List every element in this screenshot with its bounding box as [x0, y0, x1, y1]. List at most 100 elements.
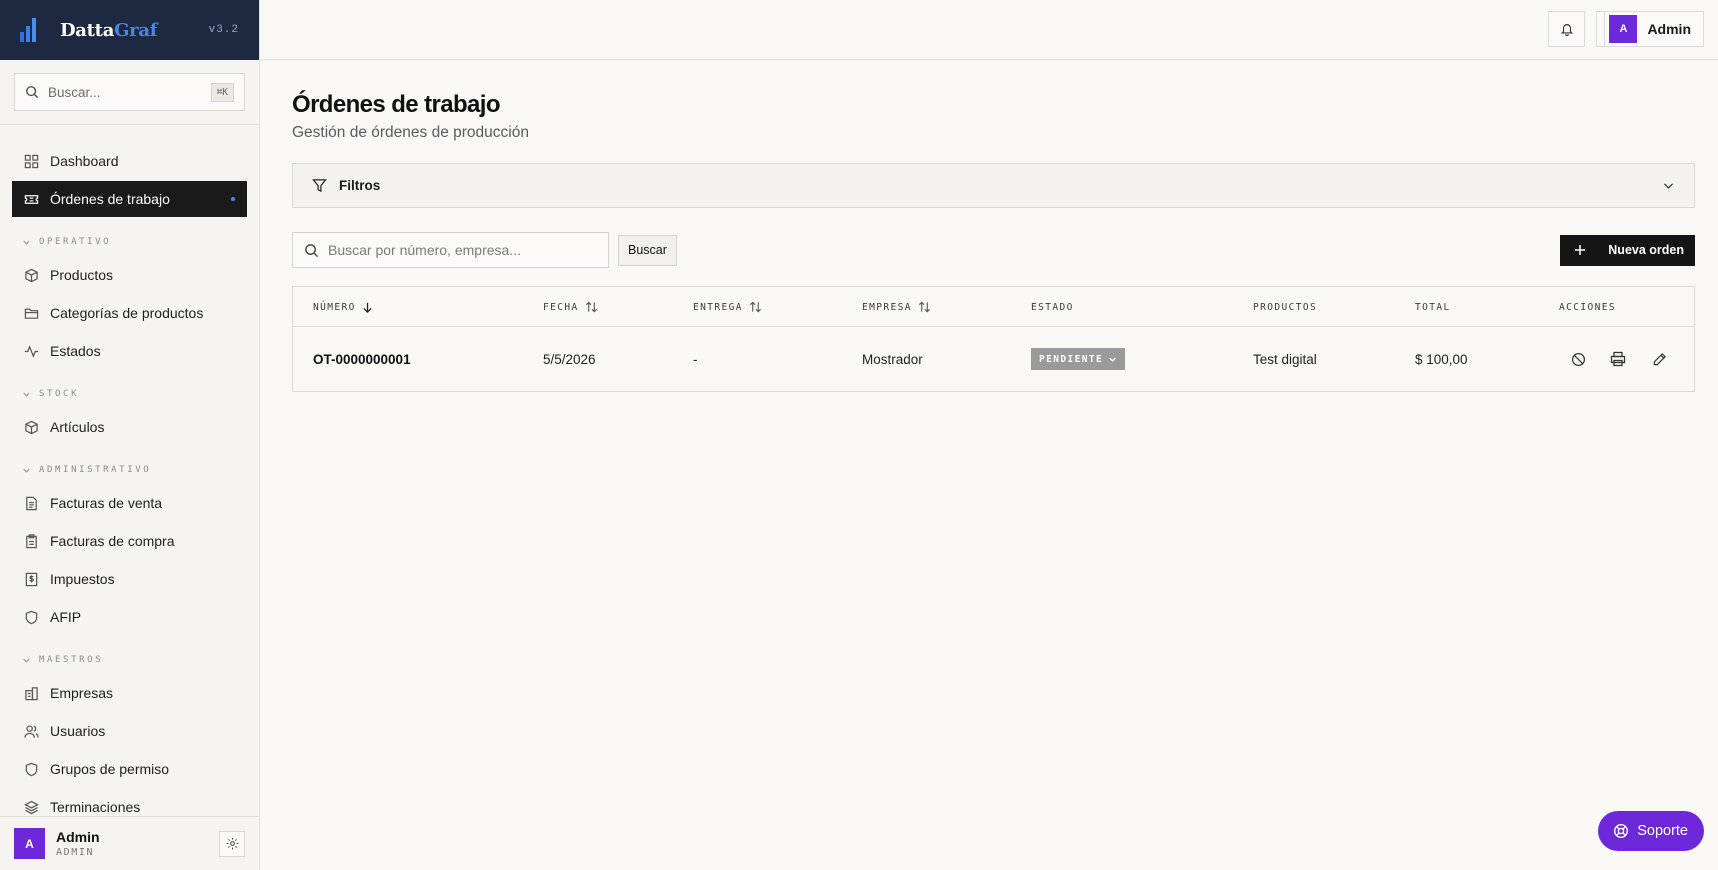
orders-search[interactable] [292, 232, 609, 268]
lifebuoy-icon [1614, 823, 1629, 839]
sidebar-search[interactable]: ⌘K [14, 73, 245, 111]
sidebar-item-usuarios[interactable]: Usuarios [12, 713, 247, 749]
section-label: STOCK [39, 389, 80, 399]
section-label: MAESTROS [39, 655, 104, 665]
chevron-down-icon [23, 658, 30, 663]
version-label: v3.2 [208, 24, 239, 36]
sidebar-item-categorias[interactable]: Categorías de productos [12, 295, 247, 331]
column-label: PRODUCTOS [1253, 301, 1318, 313]
sidebar-item-label: Órdenes de trabajo [50, 191, 170, 207]
cancel-order-button[interactable] [1567, 348, 1589, 370]
table-row[interactable]: OT-0000000001 5/5/2026 - Mostrador PENDI… [293, 327, 1694, 391]
section-label: ADMINISTRATIVO [39, 465, 152, 475]
shortcut-badge: ⌘K [210, 82, 234, 102]
sort-icon [585, 301, 597, 313]
page-subtitle: Gestión de órdenes de producción [292, 124, 529, 141]
sidebar-item-label: Facturas de compra [50, 533, 175, 549]
new-order-button[interactable]: Nueva orden [1560, 234, 1695, 266]
sidebar-item-label: Empresas [50, 685, 114, 701]
activity-icon [24, 344, 39, 358]
notifications-button[interactable] [1548, 11, 1585, 47]
printer-icon [1610, 351, 1626, 367]
sidebar-item-articulos[interactable]: Artículos [12, 409, 247, 445]
settings-button[interactable] [219, 830, 245, 857]
file-text-icon [26, 496, 37, 510]
sidebar-item-impuestos[interactable]: Impuestos [12, 561, 247, 597]
cell-entrega: - [693, 351, 698, 367]
avatar[interactable]: A [14, 828, 45, 859]
column-label: ACCIONES [1559, 301, 1616, 313]
toolbar: Buscar Nueva orden [292, 232, 1695, 268]
cell-numero[interactable]: OT-0000000001 [313, 327, 411, 391]
avatar: A [1609, 15, 1638, 43]
sidebar-search-input[interactable] [48, 84, 211, 100]
brand-name: DattaGraf [60, 19, 158, 41]
sidebar-search-wrap: ⌘K [0, 60, 259, 125]
support-label: Soporte [1637, 823, 1688, 839]
shield-icon [25, 610, 38, 624]
gear-icon [226, 837, 238, 850]
user-name: Admin [56, 829, 100, 845]
box-icon [25, 420, 38, 434]
column-label: EMPRESA [862, 301, 912, 313]
shield-icon [25, 762, 38, 776]
status-badge[interactable]: PENDIENTE [1031, 348, 1126, 370]
sidebar-item-afip[interactable]: AFIP [12, 599, 247, 635]
brand-header[interactable]: DattaGraf v3.2 [0, 0, 259, 60]
sidebar-item-label: Facturas de venta [50, 495, 163, 511]
chevron-down-icon [1109, 357, 1116, 362]
sidebar-item-label: Artículos [50, 419, 105, 435]
sidebar-user: A Admin ADMIN [0, 816, 259, 870]
sidebar-item-label: Usuarios [50, 723, 106, 739]
cell-empresa: Mostrador [862, 351, 923, 367]
cell-fecha: 5/5/2026 [543, 351, 596, 367]
logo-icon [20, 18, 36, 42]
section-operativo[interactable]: OPERATIVO [0, 219, 259, 257]
sidebar-item-facturas-venta[interactable]: Facturas de venta [12, 485, 247, 521]
sidebar-item-productos[interactable]: Productos [12, 257, 247, 293]
active-dot [231, 197, 235, 201]
cell-total: $ 100,00 [1415, 351, 1468, 367]
sidebar-item-ordenes[interactable]: Órdenes de trabajo [12, 181, 247, 217]
section-stock[interactable]: STOCK [0, 371, 259, 409]
search-icon [305, 243, 319, 257]
sidebar-item-label: Dashboard [50, 153, 119, 169]
column-label: TOTAL [1415, 301, 1451, 313]
sidebar-item-grupos-permiso[interactable]: Grupos de permiso [12, 751, 247, 787]
section-maestros[interactable]: MAESTROS [0, 637, 259, 675]
column-entrega[interactable]: ENTREGA [693, 287, 762, 327]
sort-icon [918, 301, 930, 313]
cell-productos: Test digital [1253, 351, 1317, 367]
sidebar-item-facturas-compra[interactable]: Facturas de compra [12, 523, 247, 559]
sidebar-item-label: Estados [50, 343, 101, 359]
sidebar-item-empresas[interactable]: Empresas [12, 675, 247, 711]
user-meta: Admin ADMIN [56, 829, 100, 858]
sidebar-item-dashboard[interactable]: Dashboard [12, 143, 247, 179]
section-label: OPERATIVO [39, 237, 112, 247]
box-icon [25, 268, 38, 282]
filters-panel[interactable]: Filtros [292, 163, 1695, 208]
column-label: ENTREGA [693, 301, 743, 313]
section-administrativo[interactable]: ADMINISTRATIVO [0, 447, 259, 485]
edit-button[interactable] [1648, 348, 1670, 370]
folder-icon [24, 308, 39, 319]
column-empresa[interactable]: EMPRESA [862, 287, 931, 327]
orders-table: NÚMERO FECHA ENTREGA EMPRESA ESTADO PROD… [292, 286, 1695, 392]
column-numero[interactable]: NÚMERO [313, 287, 373, 327]
column-acciones: ACCIONES [1559, 287, 1616, 327]
orders-search-input[interactable] [328, 242, 597, 258]
user-menu-button[interactable]: A Admin [1604, 11, 1704, 47]
filter-icon [312, 179, 327, 193]
sidebar: DattaGraf v3.2 ⌘K Dashboard Órdenes de t… [0, 0, 260, 870]
sidebar-nav: Dashboard Órdenes de trabajo OPERATIVO P… [0, 125, 259, 825]
layers-icon [24, 800, 39, 814]
support-button[interactable]: Soporte [1598, 811, 1704, 851]
new-order-label: Nueva orden [1608, 243, 1684, 257]
search-button[interactable]: Buscar [618, 234, 677, 266]
print-button[interactable] [1607, 348, 1629, 370]
sidebar-item-label: Impuestos [50, 571, 115, 587]
sidebar-item-label: AFIP [50, 609, 82, 625]
sidebar-item-estados[interactable]: Estados [12, 333, 247, 369]
column-fecha[interactable]: FECHA [543, 287, 598, 327]
users-icon [24, 724, 39, 738]
